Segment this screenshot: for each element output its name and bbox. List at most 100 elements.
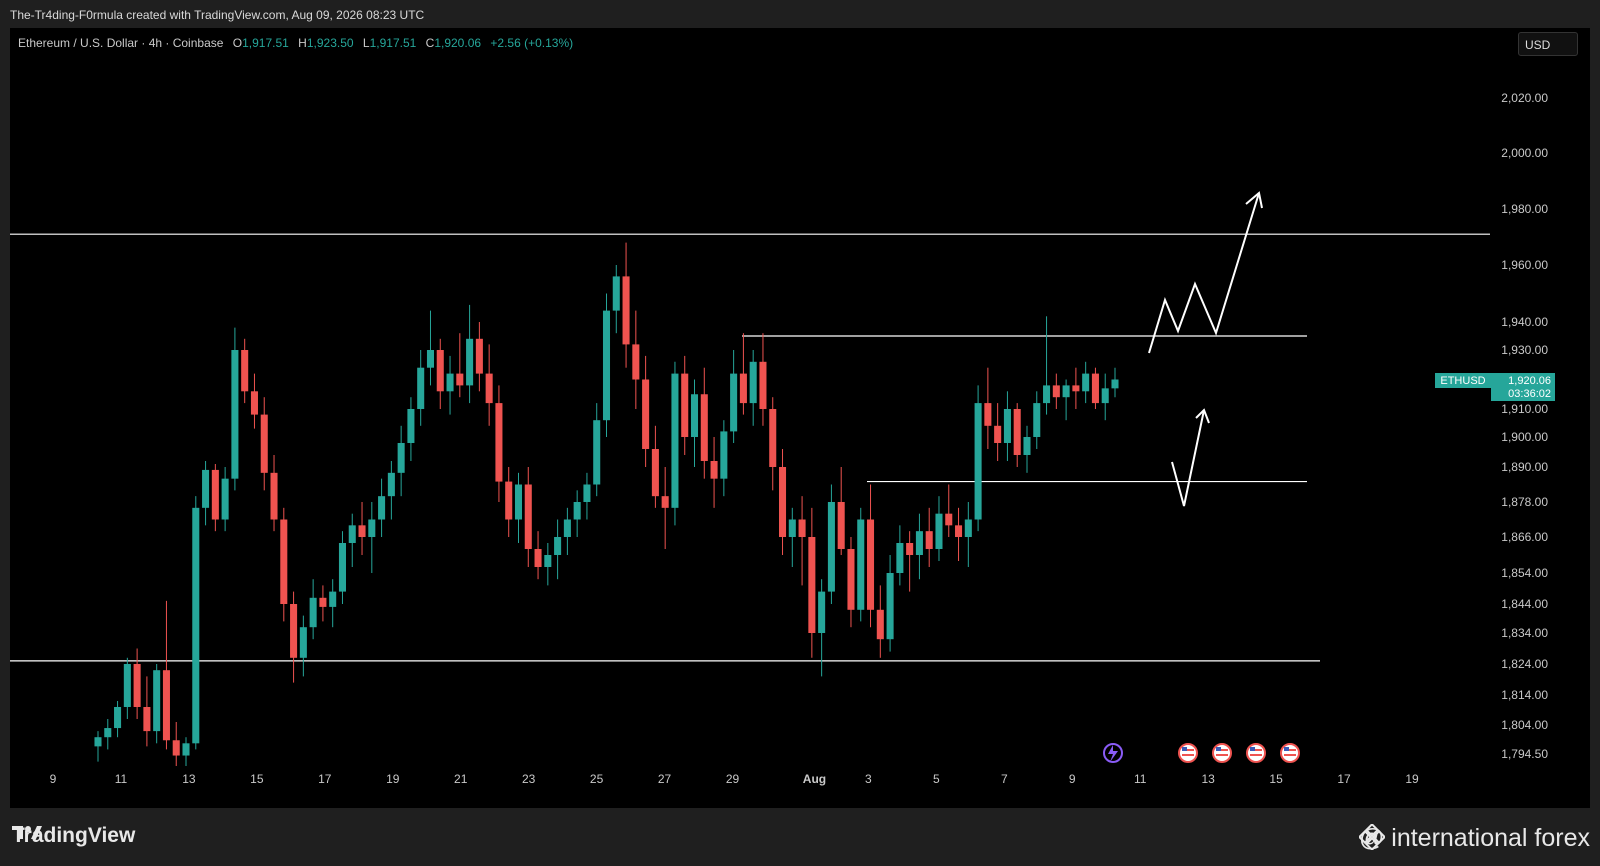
candle[interactable] [387, 461, 395, 520]
candle[interactable] [114, 701, 122, 738]
candle[interactable] [739, 333, 747, 415]
candle[interactable] [358, 502, 366, 555]
price-chart-svg[interactable]: 2,020.00 2,000.00 1,980.00 1,960.00 1,940.00… [10, 28, 1590, 808]
candle[interactable] [309, 579, 317, 640]
candle[interactable] [241, 338, 249, 404]
candle[interactable] [563, 507, 571, 555]
candle[interactable] [896, 525, 904, 586]
candle[interactable] [514, 472, 523, 543]
candle[interactable] [1003, 391, 1011, 461]
candle[interactable] [485, 344, 493, 426]
candle[interactable] [143, 676, 151, 747]
candle[interactable] [290, 591, 298, 683]
candle[interactable] [182, 737, 190, 774]
candle[interactable] [417, 350, 425, 426]
candle[interactable] [153, 664, 161, 744]
candle[interactable] [192, 496, 200, 750]
candle[interactable] [778, 449, 787, 555]
candle[interactable] [378, 478, 386, 537]
candle[interactable] [847, 537, 855, 628]
us-flag-icon[interactable] [1178, 743, 1198, 763]
candle[interactable] [906, 531, 914, 592]
candle[interactable] [172, 722, 180, 768]
candle[interactable] [524, 467, 532, 567]
us-flag-icon[interactable] [1280, 743, 1300, 763]
candle[interactable] [397, 425, 405, 497]
candle[interactable] [221, 467, 229, 532]
candle[interactable] [945, 484, 953, 538]
candle[interactable] [211, 464, 219, 532]
candle[interactable] [857, 507, 865, 622]
candle[interactable] [250, 373, 258, 429]
candle[interactable] [798, 496, 806, 586]
candle[interactable] [602, 293, 611, 438]
candle[interactable] [280, 507, 288, 622]
candle[interactable] [769, 397, 777, 491]
candle[interactable] [104, 719, 112, 750]
candle[interactable] [534, 531, 542, 580]
candle[interactable] [710, 437, 718, 508]
candle[interactable] [876, 585, 884, 658]
candle[interactable] [495, 385, 503, 502]
candle[interactable] [1091, 367, 1099, 409]
flash-event-icon[interactable] [1103, 743, 1123, 763]
candle[interactable] [749, 350, 757, 426]
us-flag-icon[interactable] [1212, 743, 1232, 763]
candle[interactable] [827, 484, 835, 605]
candle[interactable] [818, 579, 826, 677]
candle[interactable] [1013, 403, 1021, 467]
candle[interactable] [544, 543, 552, 586]
candle[interactable] [837, 467, 845, 555]
tradingview-logo[interactable]: TradingView [12, 824, 135, 848]
candle[interactable] [299, 615, 307, 677]
candle[interactable] [964, 502, 972, 567]
candle[interactable] [935, 496, 943, 561]
candle[interactable] [319, 585, 327, 622]
candle[interactable] [886, 555, 894, 652]
candle[interactable] [681, 355, 689, 455]
candle[interactable] [720, 420, 728, 497]
candle[interactable] [1082, 361, 1090, 404]
chart-panel[interactable]: Ethereum / U.S. Dollar · 4h · Coinbase O… [10, 28, 1590, 808]
candle[interactable] [661, 467, 669, 549]
candle[interactable] [426, 310, 435, 386]
candle[interactable] [915, 513, 923, 580]
candle[interactable] [162, 600, 170, 750]
candle[interactable] [466, 304, 474, 404]
candle[interactable] [329, 579, 337, 628]
candle[interactable] [622, 242, 630, 368]
candle[interactable] [984, 367, 992, 449]
candle[interactable] [260, 397, 268, 491]
candle[interactable] [1052, 373, 1060, 409]
candle[interactable] [202, 461, 210, 526]
candle[interactable] [456, 333, 464, 398]
candle[interactable] [651, 425, 659, 508]
candle[interactable] [338, 531, 346, 604]
candle[interactable] [368, 502, 376, 573]
candle[interactable] [788, 507, 796, 567]
candle[interactable] [593, 403, 601, 497]
candle[interactable] [231, 327, 239, 491]
candle[interactable] [554, 519, 562, 580]
candle[interactable] [700, 367, 708, 479]
candle[interactable] [632, 310, 640, 409]
candle[interactable] [475, 322, 483, 392]
candle[interactable] [407, 397, 415, 461]
candle[interactable] [1072, 367, 1080, 409]
candle[interactable] [925, 507, 933, 567]
candle[interactable] [690, 379, 699, 468]
candle[interactable] [671, 361, 679, 526]
candle[interactable] [974, 385, 982, 532]
candle[interactable] [730, 350, 738, 443]
candle[interactable] [505, 467, 513, 537]
candle[interactable] [955, 507, 963, 561]
candle[interactable] [1033, 391, 1041, 449]
candle[interactable] [123, 657, 131, 719]
candle[interactable] [270, 455, 278, 532]
us-flag-icon[interactable] [1246, 743, 1266, 763]
candle[interactable] [348, 513, 356, 567]
candle[interactable] [583, 472, 591, 520]
candle[interactable] [994, 403, 1002, 461]
candle[interactable] [133, 648, 141, 720]
candle[interactable] [1062, 379, 1070, 421]
